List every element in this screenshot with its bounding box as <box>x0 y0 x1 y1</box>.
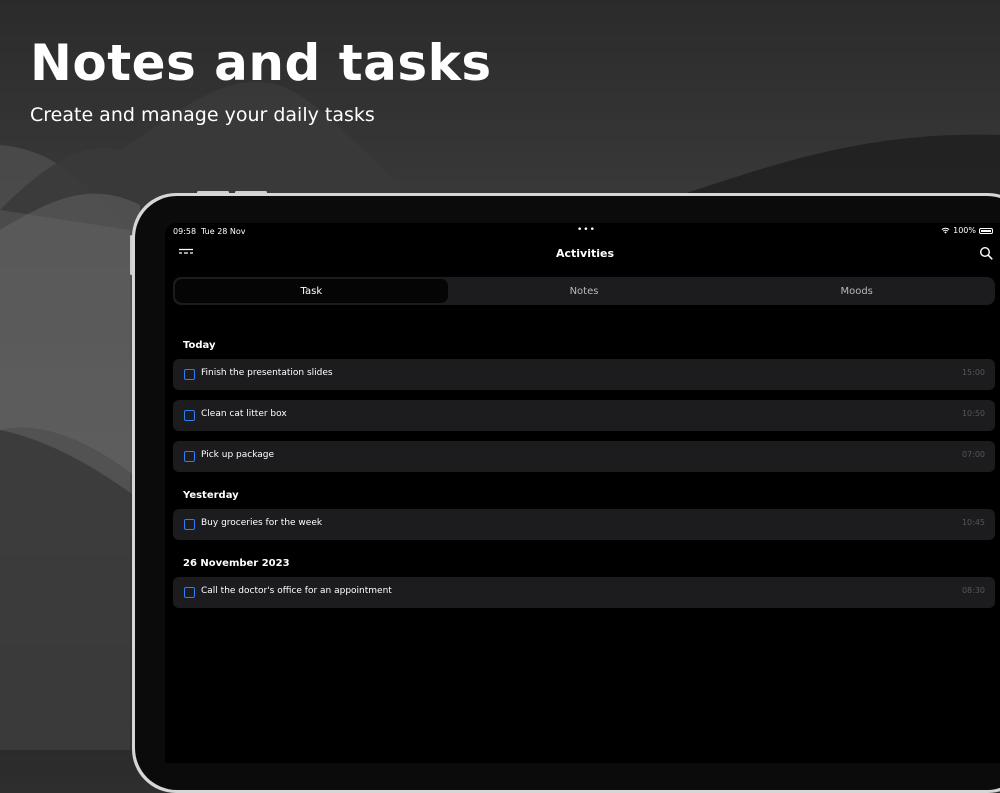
tablet-bezel: 09:58 Tue 28 Nov ••• 100% Activities Tas… <box>135 196 1000 790</box>
task-row[interactable]: Buy groceries for the week 10:45 <box>173 509 995 540</box>
task-time: 10:50 <box>961 409 985 418</box>
battery-percentage: 100% <box>953 226 976 235</box>
tab-moods[interactable]: Moods <box>720 279 993 303</box>
task-row[interactable]: Finish the presentation slides 15:00 <box>173 359 995 390</box>
wifi-icon <box>941 227 950 234</box>
tab-notes[interactable]: Notes <box>448 279 721 303</box>
task-time: 10:45 <box>961 518 985 527</box>
section-title-yesterday: Yesterday <box>183 490 239 501</box>
task-row[interactable]: Call the doctor's office for an appointm… <box>173 577 995 608</box>
search-icon[interactable] <box>979 246 993 260</box>
task-row[interactable]: Clean cat litter box 10:50 <box>173 400 995 431</box>
status-time: 09:58 <box>173 227 197 236</box>
task-text: Call the doctor's office for an appointm… <box>201 586 392 596</box>
task-time: 08:30 <box>961 586 985 595</box>
task-text: Pick up package <box>201 450 275 460</box>
status-indicators: 100% <box>941 226 993 235</box>
section-title-today: Today <box>183 340 216 351</box>
task-checkbox[interactable] <box>184 451 195 462</box>
app-screen: 09:58 Tue 28 Nov ••• 100% Activities Tas… <box>165 223 1000 763</box>
task-checkbox[interactable] <box>184 519 195 530</box>
tab-task[interactable]: Task <box>175 279 448 303</box>
task-row[interactable]: Pick up package 07:00 <box>173 441 995 472</box>
task-text: Buy groceries for the week <box>201 518 323 528</box>
task-time: 15:00 <box>961 368 985 377</box>
subheadline: Create and manage your daily tasks <box>30 104 375 126</box>
status-bar: 09:58 Tue 28 Nov ••• 100% <box>165 223 1000 237</box>
task-checkbox[interactable] <box>184 587 195 598</box>
nav-header: Activities <box>165 241 1000 269</box>
page-title: Activities <box>555 247 615 260</box>
battery-icon <box>979 227 993 234</box>
multitasking-dots[interactable]: ••• <box>577 225 596 235</box>
task-text: Clean cat litter box <box>201 409 287 419</box>
task-checkbox[interactable] <box>184 369 195 380</box>
task-time: 07:00 <box>961 450 985 459</box>
headline: Notes and tasks <box>30 34 492 92</box>
task-text: Finish the presentation slides <box>201 368 333 378</box>
segmented-control: Task Notes Moods <box>173 277 995 305</box>
section-title-date: 26 November 2023 <box>183 558 290 569</box>
task-checkbox[interactable] <box>184 410 195 421</box>
status-date: Tue 28 Nov <box>201 227 246 236</box>
tablet-device: 09:58 Tue 28 Nov ••• 100% Activities Tas… <box>132 193 1000 793</box>
